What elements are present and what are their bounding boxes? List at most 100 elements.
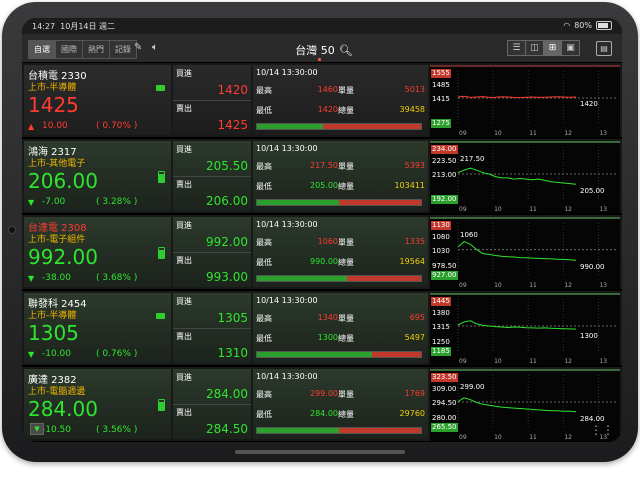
intraday-chart[interactable]: 09 10 11 12 13 1445 1380 1315 1250 1185 1300 bbox=[430, 293, 620, 365]
limit-down-label: 927.00 bbox=[431, 271, 458, 280]
price-change: -10.50 bbox=[42, 425, 72, 435]
x-tick-label: 11 bbox=[529, 130, 537, 137]
stock-price: 992.00 bbox=[28, 245, 98, 269]
wifi-icon: ◠ bbox=[563, 21, 571, 30]
limit-up-label: 234.00 bbox=[431, 145, 458, 154]
price-change-percent: ( 3.68% ) bbox=[96, 273, 138, 283]
intraday-chart[interactable]: 09 10 11 12 13 1555 1485 1415 1275 1420 bbox=[430, 65, 620, 137]
price-line bbox=[457, 95, 577, 99]
unit-volume-label: 單量 bbox=[338, 238, 354, 247]
collapse-button[interactable]: ▼ bbox=[30, 423, 44, 435]
chart-view-icon[interactable]: ▣ bbox=[562, 41, 579, 55]
battery-percent: 80% bbox=[574, 21, 592, 30]
high-label: 最高 bbox=[256, 162, 272, 171]
watchlist: 台積電 2330 上市-半導體 1425 ▲ 10.00 ( 0.70% ) 買… bbox=[22, 63, 622, 442]
stock-price: 1305 bbox=[28, 321, 79, 345]
buy-sell-ratio-bar bbox=[256, 199, 422, 206]
search-icon[interactable]: 🔍︎ bbox=[339, 44, 353, 57]
settings-panel-icon[interactable]: ▤ bbox=[596, 41, 612, 56]
stock-info-cell[interactable]: 廣達 2382 上市-電腦週邊 284.00 -10.50 ( 3.56% ) … bbox=[24, 369, 171, 439]
stock-row[interactable]: 台達電 2308 上市-電子組件 992.00 ▼ -38.00 ( 3.68%… bbox=[22, 215, 622, 291]
price-change: -10.00 bbox=[42, 349, 72, 359]
limit-down-label: 1275 bbox=[431, 119, 451, 128]
total-volume: 19564 bbox=[399, 257, 425, 266]
stock-info-cell[interactable]: 台達電 2308 上市-電子組件 992.00 ▼ -38.00 ( 3.68%… bbox=[24, 217, 171, 287]
unit-volume-label: 單量 bbox=[338, 314, 354, 323]
total-volume-label: 總量 bbox=[338, 258, 354, 267]
session-high-label: 1060 bbox=[460, 231, 478, 239]
last-price-label: 990.00 bbox=[580, 263, 605, 272]
ask-price: 206.00 bbox=[206, 194, 248, 208]
stock-row[interactable]: 台積電 2330 上市-半導體 1425 ▲ 10.00 ( 0.70% ) 買… bbox=[22, 63, 622, 139]
status-date: 10月14日 週二 bbox=[60, 22, 116, 31]
y-tick-label: 223.50 bbox=[432, 157, 457, 165]
buy-sell-ratio-bar bbox=[256, 427, 422, 434]
stock-price: 284.00 bbox=[28, 397, 98, 421]
total-volume-label: 總量 bbox=[338, 410, 354, 419]
reference-price-label: 294.50 bbox=[432, 399, 457, 407]
stock-info-cell[interactable]: 鴻海 2317 上市-其他電子 206.00 ▼ -7.00 ( 3.28% ) bbox=[24, 141, 171, 211]
volume-strength-icon bbox=[158, 171, 165, 183]
stock-price: 1425 bbox=[28, 93, 79, 117]
high-price: 1060 bbox=[317, 237, 338, 246]
stock-price: 206.00 bbox=[28, 169, 98, 193]
quote-time: 10/14 13:30:00 bbox=[256, 220, 318, 229]
total-volume: 103411 bbox=[394, 181, 425, 190]
list-view-icon[interactable]: ☰ bbox=[508, 41, 526, 55]
divider bbox=[173, 100, 251, 101]
bid-ask-cell: 買進 284.00 賣出 284.50 bbox=[173, 369, 251, 439]
stock-row[interactable]: 聯發科 2454 上市-半導體 1305 ▼ -10.00 ( 0.76% ) … bbox=[22, 291, 622, 367]
buy-sell-ratio-bar bbox=[256, 123, 422, 130]
limit-up-label: 323.50 bbox=[431, 373, 458, 382]
x-tick-label: 10 bbox=[494, 434, 502, 441]
view-mode-switcher: ☰ ◫ ⊞ ▣ bbox=[507, 40, 580, 56]
bid-label: 買進 bbox=[176, 69, 192, 78]
stock-row[interactable]: 廣達 2382 上市-電腦週邊 284.00 -10.50 ( 3.56% ) … bbox=[22, 367, 622, 442]
down-arrow-icon: ▼ bbox=[28, 350, 35, 359]
two-column-view-icon[interactable]: ◫ bbox=[526, 41, 544, 55]
intraday-chart[interactable]: 09 10 11 12 13 323.50 309.00 294.50 280.00 265.50… bbox=[430, 369, 620, 441]
home-indicator[interactable] bbox=[235, 450, 405, 454]
low-price: 1420 bbox=[317, 105, 338, 114]
high-label: 最高 bbox=[256, 238, 272, 247]
intraday-chart[interactable]: 09 10 11 12 13 1130 1080 1030 978.50 927.00 1060 99… bbox=[430, 217, 620, 289]
last-price-label: 284.00 bbox=[580, 414, 605, 423]
price-line bbox=[457, 320, 577, 330]
status-bar: 14:27 10月14日 週二 ◠ 80% bbox=[22, 18, 622, 34]
grid-menu-icon[interactable]: ⋮⋮ bbox=[590, 423, 614, 437]
high-label: 最高 bbox=[256, 390, 272, 399]
ask-price: 284.50 bbox=[206, 422, 248, 436]
high-price: 217.50 bbox=[310, 161, 338, 170]
stock-info-cell[interactable]: 聯發科 2454 上市-半導體 1305 ▼ -10.00 ( 0.76% ) bbox=[24, 293, 171, 363]
bid-price: 992.00 bbox=[206, 235, 248, 249]
price-chart-svg: 09 10 11 12 13 bbox=[457, 147, 616, 213]
quote-time: 10/14 13:30:00 bbox=[256, 68, 318, 77]
limit-down-label: 265.50 bbox=[431, 423, 458, 432]
up-arrow-icon: ▲ bbox=[28, 122, 35, 131]
y-tick-label: 1485 bbox=[432, 81, 450, 89]
down-arrow-icon: ▼ bbox=[28, 198, 35, 207]
ask-label: 賣出 bbox=[176, 332, 192, 341]
quote-detail-cell: 10/14 13:30:00 最高 1460 單量 5013 最低 1420 總… bbox=[253, 65, 428, 135]
last-price-label: 1300 bbox=[580, 332, 598, 341]
stock-info-cell[interactable]: 台積電 2330 上市-半導體 1425 ▲ 10.00 ( 0.70% ) bbox=[24, 65, 171, 135]
stock-row[interactable]: 鴻海 2317 上市-其他電子 206.00 ▼ -7.00 ( 3.28% )… bbox=[22, 139, 622, 215]
x-tick-label: 11 bbox=[529, 434, 537, 441]
limit-down-label: 1185 bbox=[431, 347, 451, 356]
high-label: 最高 bbox=[256, 314, 272, 323]
price-line bbox=[457, 167, 577, 185]
toolbar: 自選 國際 熱門 記錄 ✎ 🔈︎ 台灣 50 🔍︎ ☰ ◫ ⊞ ▣ ▤ bbox=[22, 34, 622, 63]
x-tick-label: 11 bbox=[529, 282, 537, 289]
low-price: 205.00 bbox=[310, 181, 338, 190]
intraday-chart[interactable]: 09 10 11 12 13 234.00 223.50 213.00 192.00 217.50… bbox=[430, 141, 620, 213]
y-tick-label: 1080 bbox=[432, 233, 450, 241]
price-change-percent: ( 0.76% ) bbox=[96, 349, 138, 359]
quote-time: 10/14 13:30:00 bbox=[256, 372, 318, 381]
bid-label: 買進 bbox=[176, 145, 192, 154]
grid-view-icon[interactable]: ⊞ bbox=[544, 41, 562, 55]
bid-label: 買進 bbox=[176, 373, 192, 382]
y-tick-label: 1250 bbox=[432, 338, 450, 346]
unit-volume-label: 單量 bbox=[338, 86, 354, 95]
volume-strength-icon bbox=[156, 313, 165, 319]
ask-label: 賣出 bbox=[176, 256, 192, 265]
